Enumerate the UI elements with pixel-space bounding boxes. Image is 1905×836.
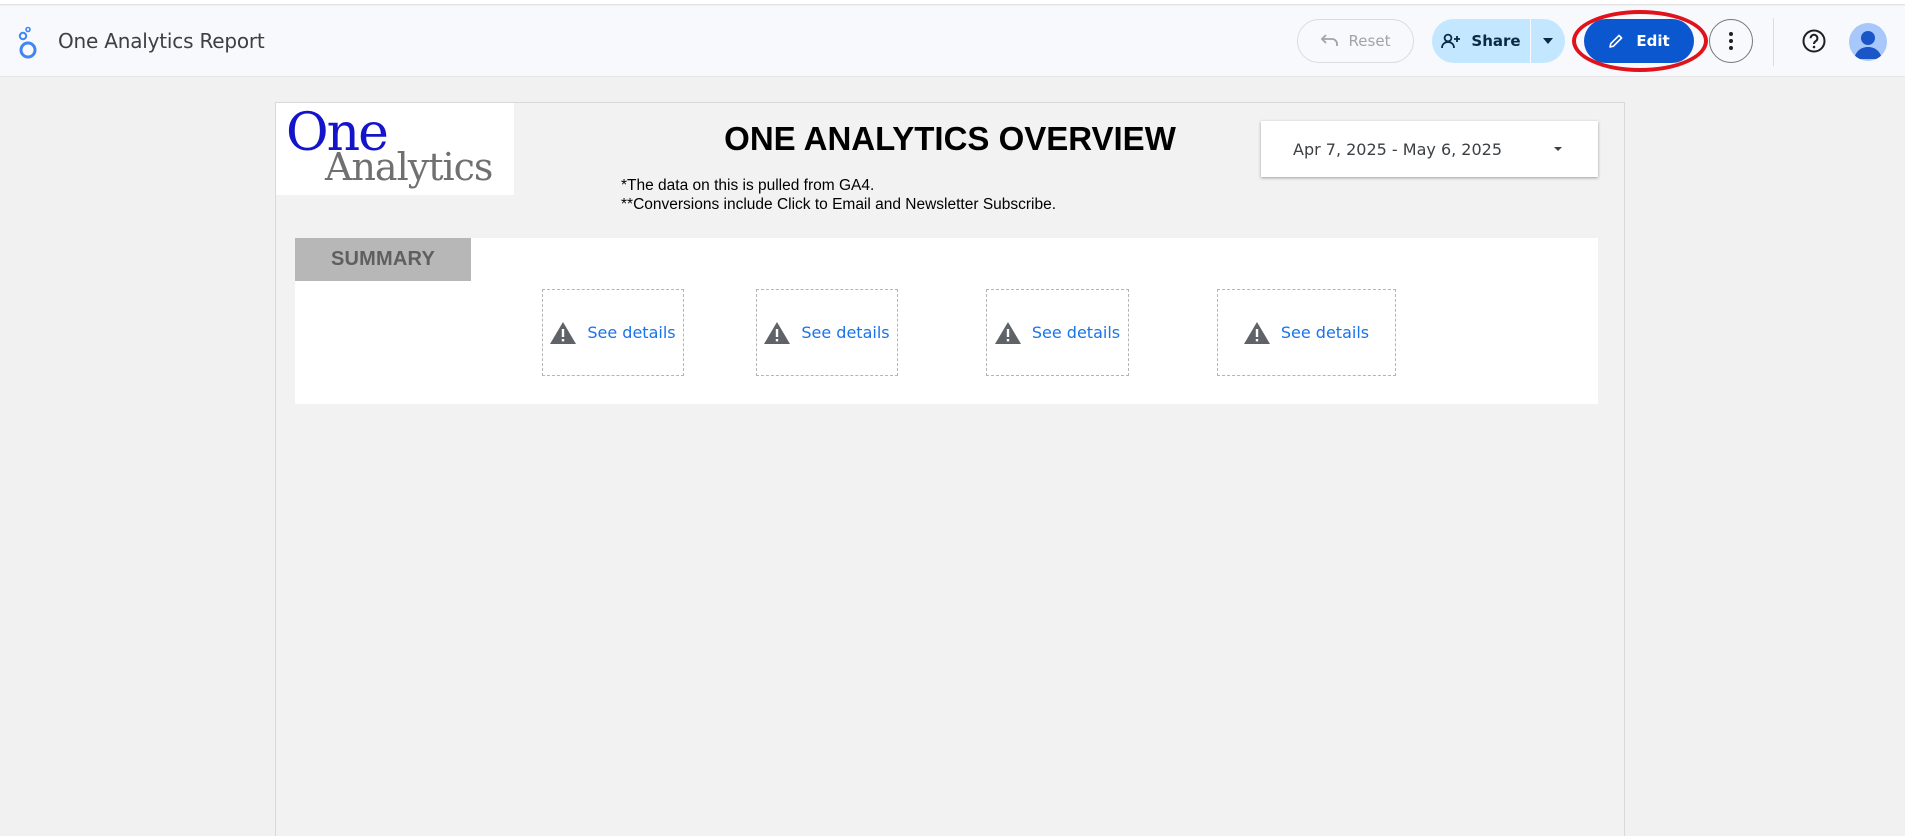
date-range-picker[interactable]: Apr 7, 2025 - May 6, 2025	[1261, 121, 1598, 177]
warning-triangle-icon	[764, 321, 791, 344]
scorecard-error-2[interactable]: See details	[756, 289, 898, 376]
conversions-note: **Conversions include Click to Email and…	[621, 196, 1057, 213]
date-range-value: Apr 7, 2025 - May 6, 2025	[1293, 139, 1503, 159]
warning-triangle-icon	[994, 321, 1021, 344]
see-details-link[interactable]: See details	[1032, 323, 1120, 342]
undo-icon	[1320, 34, 1338, 46]
person-add-icon	[1441, 33, 1461, 49]
chevron-down-icon	[1554, 147, 1562, 151]
one-analytics-logo: One Analytics	[276, 103, 514, 195]
share-button[interactable]: Share	[1432, 19, 1530, 63]
account-avatar[interactable]	[1849, 23, 1887, 61]
more-vert-icon	[1729, 32, 1733, 50]
scorecard-error-3[interactable]: See details	[986, 289, 1129, 376]
looker-studio-logo-icon[interactable]	[14, 26, 40, 60]
page-title: ONE ANALYTICS OVERVIEW	[724, 120, 1176, 157]
scorecard-error-4[interactable]: See details	[1217, 289, 1396, 376]
app-header: One Analytics Report Reset Share Edit	[0, 6, 1905, 77]
share-dropdown-button[interactable]	[1531, 19, 1565, 63]
scorecard-error-1[interactable]: See details	[542, 289, 684, 376]
data-source-note: *The data on this is pulled from GA4.	[621, 177, 875, 194]
reset-label: Reset	[1348, 32, 1391, 50]
edit-button[interactable]: Edit	[1584, 19, 1694, 63]
help-button[interactable]	[1792, 19, 1836, 63]
header-divider	[1773, 18, 1774, 66]
pencil-icon	[1609, 34, 1623, 48]
reset-button[interactable]: Reset	[1297, 19, 1414, 63]
edit-label: Edit	[1636, 32, 1670, 50]
more-options-button[interactable]	[1709, 19, 1753, 63]
logo-line-analytics: Analytics	[325, 145, 493, 189]
warning-triangle-icon	[1243, 321, 1270, 344]
warning-triangle-icon	[550, 321, 577, 344]
summary-label: SUMMARY	[295, 238, 471, 281]
see-details-link[interactable]: See details	[801, 323, 889, 342]
help-circle-icon	[1802, 29, 1826, 53]
see-details-link[interactable]: See details	[587, 323, 675, 342]
browser-top-edge	[0, 0, 1905, 5]
share-label: Share	[1471, 32, 1521, 50]
see-details-link[interactable]: See details	[1281, 323, 1369, 342]
caret-down-icon	[1543, 38, 1553, 44]
account-icon	[1854, 31, 1882, 59]
report-title-header[interactable]: One Analytics Report	[58, 29, 265, 53]
summary-panel	[295, 238, 1598, 404]
